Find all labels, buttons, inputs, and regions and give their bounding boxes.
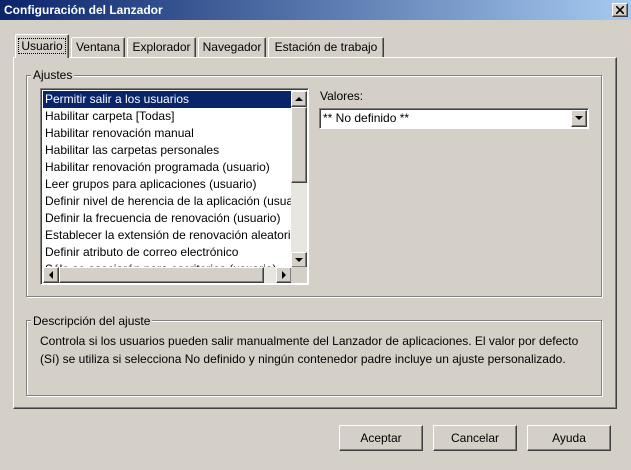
settings-list: Permitir salir a los usuarios Habilitar c… bbox=[43, 91, 292, 268]
description-group-label: Descripción del ajuste bbox=[31, 314, 153, 328]
list-item[interactable]: Habilitar carpeta [Todas] bbox=[43, 108, 292, 125]
scroll-left-button[interactable] bbox=[43, 267, 59, 283]
scroll-right-button[interactable] bbox=[276, 267, 292, 283]
list-item[interactable]: Habilitar renovación manual bbox=[43, 125, 292, 142]
vertical-scroll-thumb[interactable] bbox=[291, 107, 307, 183]
cancel-button[interactable]: Cancelar bbox=[433, 425, 517, 451]
horizontal-scrollbar[interactable] bbox=[43, 267, 292, 283]
tab-estacion-label: Estación de trabajo bbox=[274, 40, 378, 54]
list-item[interactable]: Definir atributo de correo electrónico bbox=[43, 244, 292, 261]
tab-usuario[interactable]: Usuario bbox=[15, 34, 69, 58]
arrow-down-icon bbox=[295, 258, 303, 262]
values-label: Valores: bbox=[320, 89, 364, 103]
help-button-label: Ayuda bbox=[552, 431, 586, 445]
tab-ventana-label: Ventana bbox=[75, 40, 121, 54]
tab-explorador-label: Explorador bbox=[132, 40, 191, 54]
cancel-button-label: Cancelar bbox=[450, 431, 500, 445]
list-item[interactable]: Definir nivel de herencia de la aplicaci… bbox=[43, 193, 292, 210]
tab-ventana[interactable]: Ventana bbox=[71, 37, 125, 57]
list-item[interactable]: Establecer la extensión de renovación al… bbox=[43, 227, 292, 244]
help-button[interactable]: Ayuda bbox=[527, 425, 611, 451]
list-item[interactable]: Permitir salir a los usuarios bbox=[43, 91, 292, 108]
description-text: Controla si los usuarios pueden salir ma… bbox=[40, 334, 579, 366]
chevron-down-icon bbox=[575, 116, 583, 120]
list-item[interactable]: Leer grupos para aplicaciones (usuario) bbox=[43, 176, 292, 193]
list-item[interactable]: Habilitar las carpetas personales bbox=[43, 142, 292, 159]
vertical-scrollbar[interactable] bbox=[291, 91, 307, 268]
arrow-up-icon bbox=[295, 97, 303, 101]
values-dropdown-button[interactable] bbox=[571, 110, 587, 127]
accept-button-label: Aceptar bbox=[360, 431, 402, 445]
scrollbar-corner bbox=[291, 267, 307, 283]
close-icon bbox=[616, 6, 624, 14]
scroll-down-button[interactable] bbox=[291, 252, 307, 268]
settings-listbox[interactable]: Permitir salir a los usuarios Habilitar c… bbox=[40, 88, 309, 285]
title-bar[interactable]: Configuración del Lanzador bbox=[0, 0, 631, 20]
values-select-value: ** No definido ** bbox=[323, 111, 410, 125]
settings-group-label: Ajustes bbox=[31, 68, 75, 82]
list-item[interactable]: Definir la frecuencia de renovación (usu… bbox=[43, 210, 292, 227]
arrow-right-icon bbox=[282, 271, 286, 279]
horizontal-scroll-thumb[interactable] bbox=[59, 267, 264, 283]
tab-navegador-label: Navegador bbox=[202, 40, 262, 54]
close-button[interactable] bbox=[612, 3, 628, 17]
tab-navegador[interactable]: Navegador bbox=[198, 37, 266, 57]
window-title: Configuración del Lanzador bbox=[4, 3, 163, 17]
tab-estacion-de-trabajo[interactable]: Estación de trabajo bbox=[268, 37, 384, 57]
list-item[interactable]: Habilitar renovación programada (usuario… bbox=[43, 159, 292, 176]
tab-usuario-label: Usuario bbox=[18, 38, 66, 54]
accept-button[interactable]: Aceptar bbox=[339, 425, 423, 451]
values-select[interactable]: ** No definido ** bbox=[319, 108, 589, 129]
tab-explorador[interactable]: Explorador bbox=[127, 37, 196, 57]
arrow-left-icon bbox=[49, 271, 53, 279]
scroll-up-button[interactable] bbox=[291, 91, 307, 107]
